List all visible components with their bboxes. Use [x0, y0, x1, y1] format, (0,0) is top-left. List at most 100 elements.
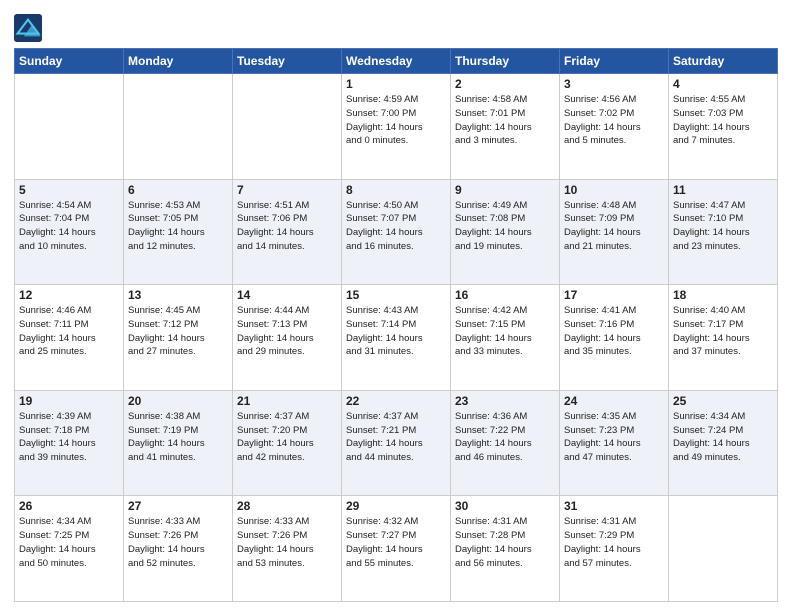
cell-sun-info: Sunrise: 4:43 AMSunset: 7:14 PMDaylight:…	[346, 304, 446, 359]
calendar-week-row: 12 Sunrise: 4:46 AMSunset: 7:11 PMDayligh…	[15, 285, 778, 391]
calendar-cell: 21 Sunrise: 4:37 AMSunset: 7:20 PMDayligh…	[233, 390, 342, 496]
calendar-cell: 4Sunrise: 4:55 AMSunset: 7:03 PMDaylight…	[669, 74, 778, 180]
calendar-cell: 15 Sunrise: 4:43 AMSunset: 7:14 PMDayligh…	[342, 285, 451, 391]
day-number: 24	[564, 394, 664, 408]
calendar-cell: 19 Sunrise: 4:39 AMSunset: 7:18 PMDayligh…	[15, 390, 124, 496]
day-number: 9	[455, 183, 555, 197]
day-number: 27	[128, 499, 228, 513]
calendar-cell	[669, 496, 778, 602]
day-number: 20	[128, 394, 228, 408]
cell-sun-info: Sunrise: 4:37 AMSunset: 7:20 PMDaylight:…	[237, 410, 337, 465]
day-number: 25	[673, 394, 773, 408]
day-number: 21	[237, 394, 337, 408]
calendar-week-row: 5Sunrise: 4:54 AMSunset: 7:04 PMDaylight…	[15, 179, 778, 285]
calendar-cell: 5Sunrise: 4:54 AMSunset: 7:04 PMDaylight…	[15, 179, 124, 285]
cell-sun-info: Sunrise: 4:44 AMSunset: 7:13 PMDaylight:…	[237, 304, 337, 359]
cell-sun-info: Sunrise: 4:53 AMSunset: 7:05 PMDaylight:…	[128, 199, 228, 254]
day-number: 14	[237, 288, 337, 302]
calendar-cell: 2Sunrise: 4:58 AMSunset: 7:01 PMDaylight…	[451, 74, 560, 180]
cell-sun-info: Sunrise: 4:39 AMSunset: 7:18 PMDaylight:…	[19, 410, 119, 465]
cell-sun-info: Sunrise: 4:31 AMSunset: 7:29 PMDaylight:…	[564, 515, 664, 570]
cell-sun-info: Sunrise: 4:54 AMSunset: 7:04 PMDaylight:…	[19, 199, 119, 254]
cell-sun-info: Sunrise: 4:55 AMSunset: 7:03 PMDaylight:…	[673, 93, 773, 148]
day-number: 12	[19, 288, 119, 302]
logo	[14, 14, 45, 42]
day-number: 8	[346, 183, 446, 197]
calendar-week-row: 26Sunrise: 4:34 AMSunset: 7:25 PMDayligh…	[15, 496, 778, 602]
cell-sun-info: Sunrise: 4:48 AMSunset: 7:09 PMDaylight:…	[564, 199, 664, 254]
cell-sun-info: Sunrise: 4:35 AMSunset: 7:23 PMDaylight:…	[564, 410, 664, 465]
calendar-cell: 1 Sunrise: 4:59 AMSunset: 7:00 PMDaylight…	[342, 74, 451, 180]
cell-sun-info: Sunrise: 4:31 AMSunset: 7:28 PMDaylight:…	[455, 515, 555, 570]
calendar-cell	[124, 74, 233, 180]
cell-sun-info: Sunrise: 4:37 AMSunset: 7:21 PMDaylight:…	[346, 410, 446, 465]
day-number: 26	[19, 499, 119, 513]
cell-sun-info: Sunrise: 4:41 AMSunset: 7:16 PMDaylight:…	[564, 304, 664, 359]
day-header: Tuesday	[233, 49, 342, 74]
day-number: 18	[673, 288, 773, 302]
cell-sun-info: Sunrise: 4:34 AMSunset: 7:24 PMDaylight:…	[673, 410, 773, 465]
cell-sun-info: Sunrise: 4:50 AMSunset: 7:07 PMDaylight:…	[346, 199, 446, 254]
calendar-cell: 30Sunrise: 4:31 AMSunset: 7:28 PMDayligh…	[451, 496, 560, 602]
day-header: Wednesday	[342, 49, 451, 74]
calendar-cell: 12 Sunrise: 4:46 AMSunset: 7:11 PMDayligh…	[15, 285, 124, 391]
cell-sun-info: Sunrise: 4:56 AMSunset: 7:02 PMDaylight:…	[564, 93, 664, 148]
calendar-cell: 25 Sunrise: 4:34 AMSunset: 7:24 PMDayligh…	[669, 390, 778, 496]
cell-sun-info: Sunrise: 4:59 AMSunset: 7:00 PMDaylight:…	[346, 93, 446, 148]
day-number: 15	[346, 288, 446, 302]
calendar-cell: 18 Sunrise: 4:40 AMSunset: 7:17 PMDayligh…	[669, 285, 778, 391]
calendar-cell	[233, 74, 342, 180]
calendar-cell: 28 Sunrise: 4:33 AMSunset: 7:26 PMDayligh…	[233, 496, 342, 602]
calendar-week-row: 1 Sunrise: 4:59 AMSunset: 7:00 PMDaylight…	[15, 74, 778, 180]
calendar-cell: 22Sunrise: 4:37 AMSunset: 7:21 PMDayligh…	[342, 390, 451, 496]
calendar-cell: 27 Sunrise: 4:33 AMSunset: 7:26 PMDayligh…	[124, 496, 233, 602]
day-number: 13	[128, 288, 228, 302]
day-header: Monday	[124, 49, 233, 74]
calendar-header-row: SundayMondayTuesdayWednesdayThursdayFrid…	[15, 49, 778, 74]
day-number: 1	[346, 77, 446, 91]
cell-sun-info: Sunrise: 4:46 AMSunset: 7:11 PMDaylight:…	[19, 304, 119, 359]
day-number: 31	[564, 499, 664, 513]
calendar-cell: 8 Sunrise: 4:50 AMSunset: 7:07 PMDaylight…	[342, 179, 451, 285]
calendar-cell: 31 Sunrise: 4:31 AMSunset: 7:29 PMDayligh…	[560, 496, 669, 602]
calendar-cell: 26Sunrise: 4:34 AMSunset: 7:25 PMDayligh…	[15, 496, 124, 602]
cell-sun-info: Sunrise: 4:33 AMSunset: 7:26 PMDaylight:…	[237, 515, 337, 570]
day-number: 17	[564, 288, 664, 302]
calendar-cell: 24 Sunrise: 4:35 AMSunset: 7:23 PMDayligh…	[560, 390, 669, 496]
cell-sun-info: Sunrise: 4:33 AMSunset: 7:26 PMDaylight:…	[128, 515, 228, 570]
cell-sun-info: Sunrise: 4:32 AMSunset: 7:27 PMDaylight:…	[346, 515, 446, 570]
calendar-cell: 20Sunrise: 4:38 AMSunset: 7:19 PMDayligh…	[124, 390, 233, 496]
calendar-cell: 7Sunrise: 4:51 AMSunset: 7:06 PMDaylight…	[233, 179, 342, 285]
cell-sun-info: Sunrise: 4:51 AMSunset: 7:06 PMDaylight:…	[237, 199, 337, 254]
day-number: 28	[237, 499, 337, 513]
day-header: Sunday	[15, 49, 124, 74]
day-number: 3	[564, 77, 664, 91]
calendar-cell: 17 Sunrise: 4:41 AMSunset: 7:16 PMDayligh…	[560, 285, 669, 391]
page: SundayMondayTuesdayWednesdayThursdayFrid…	[0, 0, 792, 612]
calendar-cell: 9Sunrise: 4:49 AMSunset: 7:08 PMDaylight…	[451, 179, 560, 285]
day-number: 16	[455, 288, 555, 302]
day-header: Friday	[560, 49, 669, 74]
day-number: 23	[455, 394, 555, 408]
day-number: 11	[673, 183, 773, 197]
day-number: 10	[564, 183, 664, 197]
calendar-table: SundayMondayTuesdayWednesdayThursdayFrid…	[14, 48, 778, 602]
day-number: 2	[455, 77, 555, 91]
calendar-cell: 13 Sunrise: 4:45 AMSunset: 7:12 PMDayligh…	[124, 285, 233, 391]
cell-sun-info: Sunrise: 4:47 AMSunset: 7:10 PMDaylight:…	[673, 199, 773, 254]
day-header: Saturday	[669, 49, 778, 74]
calendar-cell: 29Sunrise: 4:32 AMSunset: 7:27 PMDayligh…	[342, 496, 451, 602]
cell-sun-info: Sunrise: 4:36 AMSunset: 7:22 PMDaylight:…	[455, 410, 555, 465]
day-number: 19	[19, 394, 119, 408]
calendar-cell: 10 Sunrise: 4:48 AMSunset: 7:09 PMDayligh…	[560, 179, 669, 285]
logo-icon	[14, 14, 42, 42]
calendar-cell: 14 Sunrise: 4:44 AMSunset: 7:13 PMDayligh…	[233, 285, 342, 391]
calendar-cell	[15, 74, 124, 180]
calendar-cell: 23 Sunrise: 4:36 AMSunset: 7:22 PMDayligh…	[451, 390, 560, 496]
calendar-cell: 16Sunrise: 4:42 AMSunset: 7:15 PMDayligh…	[451, 285, 560, 391]
day-header: Thursday	[451, 49, 560, 74]
day-number: 6	[128, 183, 228, 197]
calendar-cell: 3 Sunrise: 4:56 AMSunset: 7:02 PMDaylight…	[560, 74, 669, 180]
cell-sun-info: Sunrise: 4:40 AMSunset: 7:17 PMDaylight:…	[673, 304, 773, 359]
cell-sun-info: Sunrise: 4:45 AMSunset: 7:12 PMDaylight:…	[128, 304, 228, 359]
